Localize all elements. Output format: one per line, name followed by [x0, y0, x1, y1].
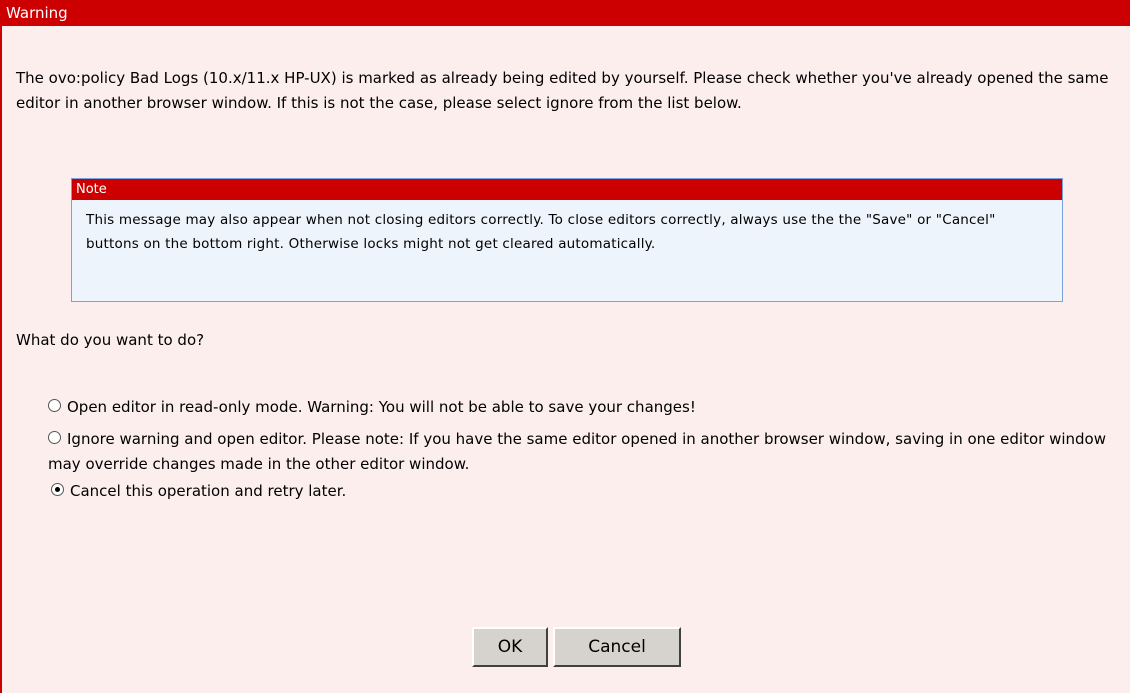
note-title: Note — [72, 179, 1062, 200]
radio-ignore-warning[interactable] — [48, 431, 61, 444]
note-box: Note This message may also appear when n… — [71, 178, 1063, 302]
option-ignore-warning-label[interactable]: Ignore warning and open editor. Please n… — [48, 430, 1106, 473]
button-row: OK Cancel — [472, 627, 686, 667]
option-ignore-warning[interactable]: Ignore warning and open editor. Please n… — [48, 427, 1108, 477]
dialog-title: Warning — [2, 0, 1130, 26]
cancel-button[interactable]: Cancel — [553, 627, 681, 667]
option-cancel-operation-label[interactable]: Cancel this operation and retry later. — [70, 482, 346, 500]
warning-message: The ovo:policy Bad Logs (10.x/11.x HP-UX… — [16, 69, 1109, 112]
radio-read-only[interactable] — [48, 399, 61, 412]
ok-button[interactable]: OK — [472, 627, 548, 667]
radio-cancel-operation[interactable] — [51, 483, 64, 496]
warning-dialog: Warning The ovo:policy Bad Logs (10.x/11… — [0, 0, 1130, 693]
option-read-only[interactable]: Open editor in read-only mode. Warning: … — [48, 395, 696, 420]
option-cancel-operation[interactable]: Cancel this operation and retry later. — [51, 479, 346, 504]
question-label: What do you want to do? — [16, 331, 205, 349]
option-read-only-label[interactable]: Open editor in read-only mode. Warning: … — [67, 398, 696, 416]
note-text: This message may also appear when not cl… — [86, 212, 996, 252]
